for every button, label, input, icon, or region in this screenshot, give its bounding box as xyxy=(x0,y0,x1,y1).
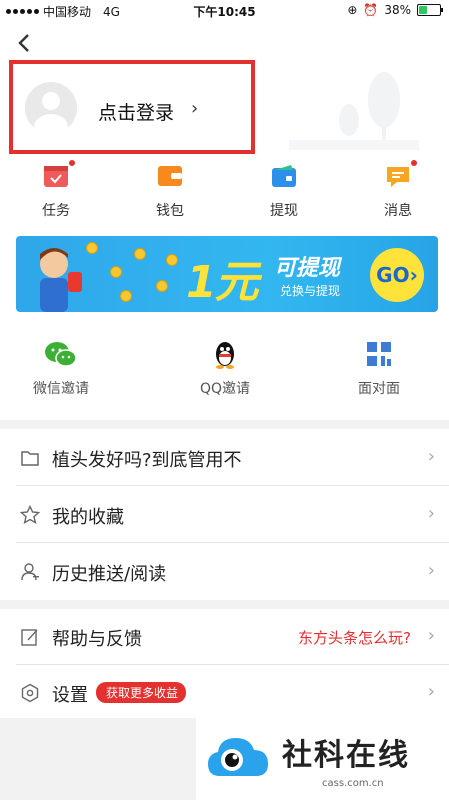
coin-decoration xyxy=(156,280,168,292)
list-item-favorites[interactable]: 我的收藏 › xyxy=(0,487,449,543)
divider xyxy=(16,485,449,486)
quick-action-task[interactable]: 任务 xyxy=(16,160,96,220)
list-item-label: 植头发好吗?到底管用不 xyxy=(52,450,242,471)
chevron-right-icon: › xyxy=(427,503,435,524)
list-item-label: 设置 xyxy=(52,685,88,706)
task-icon xyxy=(43,160,75,188)
quick-action-label: 提现 xyxy=(270,203,298,219)
chevron-right-icon: › xyxy=(427,446,435,467)
list-item-settings[interactable]: 设置 获取更多收益 › xyxy=(0,665,449,721)
banner-title: 可提现 xyxy=(274,256,341,281)
chevron-right-icon: › xyxy=(427,625,435,646)
quick-action-wallet[interactable]: 钱包 xyxy=(130,164,210,220)
header-background-decoration xyxy=(289,72,419,150)
cloud-logo-icon xyxy=(208,738,268,776)
list-item-hair-article[interactable]: 植头发好吗?到底管用不 › xyxy=(0,430,449,486)
section-divider xyxy=(0,420,449,429)
withdraw-icon xyxy=(271,164,297,188)
battery-icon xyxy=(417,4,443,16)
quick-actions: 任务 钱包 提现 消息 xyxy=(0,160,449,224)
list-item-label: 历史推送/阅读 xyxy=(52,564,167,585)
quick-action-label: 钱包 xyxy=(156,203,184,219)
notification-dot xyxy=(411,160,417,166)
login-entry[interactable]: 点击登录 › xyxy=(9,60,255,154)
status-bar: 中国移动 4G 下午10:45 ⊕ ⏰ 38% xyxy=(0,0,449,20)
person-history-icon xyxy=(21,563,39,581)
star-icon xyxy=(20,505,40,525)
section-divider xyxy=(0,600,449,609)
rotation-lock-icon: ⊕ xyxy=(347,3,358,17)
back-button[interactable] xyxy=(14,32,36,54)
watermark-text: 社科在线 xyxy=(282,738,410,773)
list-item-history[interactable]: 历史推送/阅读 › xyxy=(0,544,449,600)
invite-label: 面对面 xyxy=(358,381,400,397)
chevron-left-icon xyxy=(18,34,29,52)
battery-percent: 38% xyxy=(384,3,411,17)
go-button[interactable]: GO› xyxy=(370,248,424,302)
invite-qq[interactable]: QQ邀请 xyxy=(170,340,280,398)
settings-hex-icon xyxy=(21,683,39,703)
coin-decoration xyxy=(110,266,122,278)
watermark-domain: cass.com.cn xyxy=(322,778,384,789)
coin-decoration xyxy=(86,242,98,254)
invite-row: 微信邀请 QQ邀请 面对面 xyxy=(0,340,449,410)
list-item-help-feedback[interactable]: 帮助与反馈 东方头条怎么玩? › xyxy=(0,609,449,665)
divider xyxy=(16,542,449,543)
list-item-label: 帮助与反馈 xyxy=(52,629,142,650)
coin-decoration xyxy=(120,290,132,302)
edit-icon xyxy=(21,629,38,646)
avatar xyxy=(25,82,77,134)
invite-label: 微信邀请 xyxy=(33,381,89,397)
quick-action-label: 任务 xyxy=(42,203,70,219)
folder-icon xyxy=(21,451,39,466)
chevron-right-icon: › xyxy=(427,560,435,581)
wallet-icon xyxy=(157,164,183,188)
notification-dot xyxy=(69,160,75,166)
invite-label: QQ邀请 xyxy=(199,381,251,397)
qq-icon xyxy=(208,340,242,370)
promo-badge: 获取更多收益 xyxy=(96,682,187,703)
help-hint-link[interactable]: 东方头条怎么玩? xyxy=(298,627,411,648)
qrcode-icon xyxy=(362,340,396,370)
quick-action-message[interactable]: 消息 xyxy=(358,160,438,220)
banner-subtitle: 兑换与提现 xyxy=(280,284,341,298)
invite-face-to-face[interactable]: 面对面 xyxy=(324,340,434,398)
watermark: 社科在线 cass.com.cn xyxy=(196,720,449,800)
clock: 下午10:45 xyxy=(193,5,256,19)
message-icon xyxy=(385,160,417,188)
login-label: 点击登录 xyxy=(98,102,175,124)
withdraw-banner[interactable]: 1元 可提现 兑换与提现 GO› xyxy=(16,236,438,312)
list-item-label: 我的收藏 xyxy=(52,507,124,528)
invite-wechat[interactable]: 微信邀请 xyxy=(6,340,116,398)
banner-amount: 1元 xyxy=(186,257,259,308)
coin-decoration xyxy=(134,248,146,260)
chevron-right-icon: › xyxy=(427,681,435,702)
coin-decoration xyxy=(166,254,178,266)
cartoon-man-illustration xyxy=(40,248,82,312)
wechat-icon xyxy=(44,340,78,370)
quick-action-label: 消息 xyxy=(384,203,412,219)
bottom-spacer xyxy=(0,718,196,800)
alarm-icon: ⏰ xyxy=(363,3,379,17)
chevron-right-icon: › xyxy=(191,98,199,119)
quick-action-withdraw[interactable]: 提现 xyxy=(244,164,324,220)
